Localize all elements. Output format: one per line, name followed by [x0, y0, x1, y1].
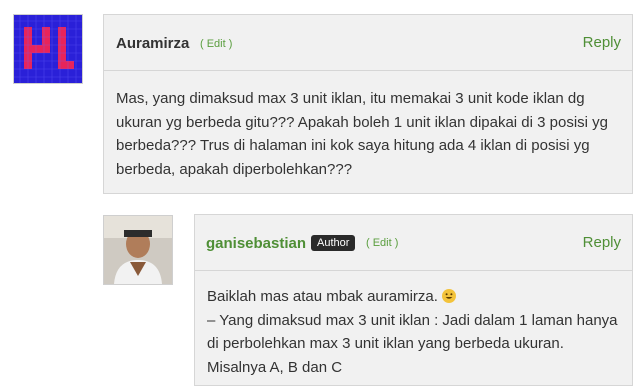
comment-header: Auramirza ( Edit ) Reply	[104, 15, 632, 71]
smile-emoji-icon	[442, 289, 457, 303]
edit-link[interactable]: ( Edit )	[366, 237, 398, 249]
comment-body: Baiklah mas atau mbak auramirza. – Yang …	[207, 285, 619, 379]
comment-box: Auramirza ( Edit ) Reply Mas, yang dimak…	[103, 14, 633, 194]
comment-author[interactable]: ganisebastian	[206, 235, 306, 252]
comment-header: ganisebastian Author ( Edit ) Reply	[195, 215, 632, 271]
comment-author[interactable]: Auramirza	[116, 35, 189, 52]
avatar	[13, 14, 83, 84]
comment-body: Mas, yang dimaksud max 3 unit iklan, itu…	[116, 90, 609, 178]
comment-text: – Yang dimaksud max 3 unit iklan : Jadi …	[207, 311, 618, 376]
comment-box: ganisebastian Author ( Edit ) Reply Baik…	[194, 214, 633, 386]
reply-button[interactable]: Reply	[583, 234, 621, 251]
edit-link[interactable]: ( Edit )	[200, 38, 232, 50]
author-badge: Author	[311, 235, 356, 251]
comment-line: Baiklah mas atau mbak auramirza.	[207, 288, 438, 305]
user-photo-avatar	[103, 215, 173, 285]
reply-button[interactable]: Reply	[583, 34, 621, 51]
